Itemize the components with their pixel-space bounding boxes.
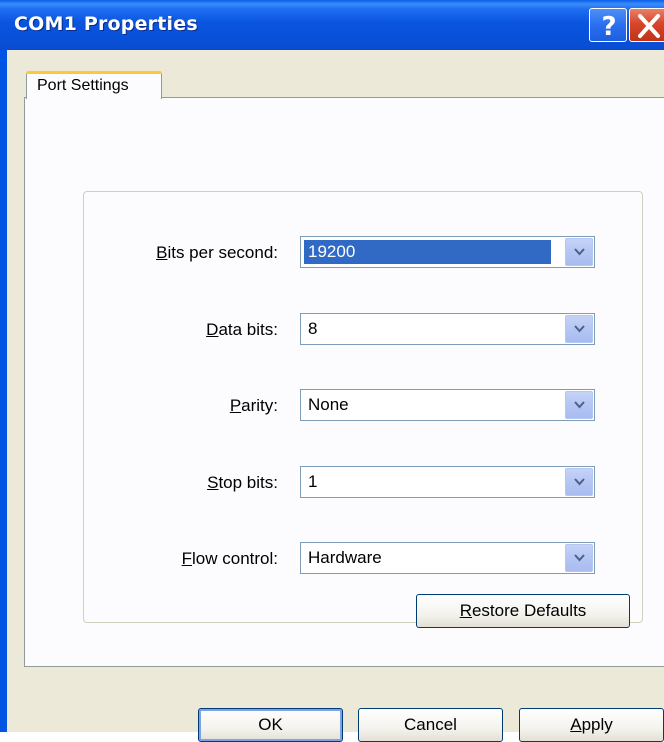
data-bits-combo[interactable]: 8 xyxy=(300,313,595,345)
cancel-button[interactable]: Cancel xyxy=(358,708,503,742)
bits-per-second-value: 19200 xyxy=(304,240,551,264)
chevron-down-icon xyxy=(574,401,585,409)
flow-control-dropdown-button[interactable] xyxy=(565,544,593,572)
tab-port-settings[interactable]: Port Settings xyxy=(26,71,162,99)
apply-button[interactable]: Apply xyxy=(519,708,664,742)
tab-port-settings-label: Port Settings xyxy=(37,77,129,94)
stop-bits-dropdown-button[interactable] xyxy=(565,468,593,496)
help-glyph: ? xyxy=(601,12,616,42)
bits-per-second-label: Bits per second: xyxy=(156,243,278,262)
tab-panel: Bits per second: 19200 Data bits: 8 Pari… xyxy=(24,97,664,667)
dialog-client-area: Bits per second: 19200 Data bits: 8 Pari… xyxy=(7,50,664,742)
chevron-down-icon xyxy=(574,478,585,486)
flow-control-value: Hardware xyxy=(308,548,382,567)
dialog-window: COM1 Properties ? Bits per second: 19200 xyxy=(0,0,664,742)
close-icon xyxy=(638,14,660,38)
restore-defaults-button[interactable]: Restore Defaults xyxy=(416,594,630,628)
chevron-down-icon xyxy=(574,248,585,256)
stop-bits-combo[interactable]: 1 xyxy=(300,466,595,498)
parity-value: None xyxy=(308,395,349,414)
bits-per-second-dropdown-button[interactable] xyxy=(565,238,593,266)
data-bits-dropdown-button[interactable] xyxy=(565,315,593,343)
help-icon: ? xyxy=(601,12,616,42)
close-button[interactable] xyxy=(629,8,664,42)
bits-per-second-combo[interactable]: 19200 xyxy=(300,236,595,268)
ok-button[interactable]: OK xyxy=(198,708,343,742)
parity-combo[interactable]: None xyxy=(300,389,595,421)
chevron-down-icon xyxy=(574,554,585,562)
flow-control-label: Flow control: xyxy=(181,549,278,568)
parity-label: Parity: xyxy=(229,396,278,415)
flow-control-combo[interactable]: Hardware xyxy=(300,542,595,574)
data-bits-label: Data bits: xyxy=(206,320,278,339)
parity-dropdown-button[interactable] xyxy=(565,391,593,419)
title-bar[interactable]: COM1 Properties ? xyxy=(0,0,664,50)
chevron-down-icon xyxy=(574,325,585,333)
window-title: COM1 Properties xyxy=(14,13,198,35)
data-bits-value: 8 xyxy=(308,319,318,338)
stop-bits-value: 1 xyxy=(308,472,318,491)
stop-bits-label: Stop bits: xyxy=(207,473,278,492)
help-button[interactable]: ? xyxy=(589,8,627,42)
